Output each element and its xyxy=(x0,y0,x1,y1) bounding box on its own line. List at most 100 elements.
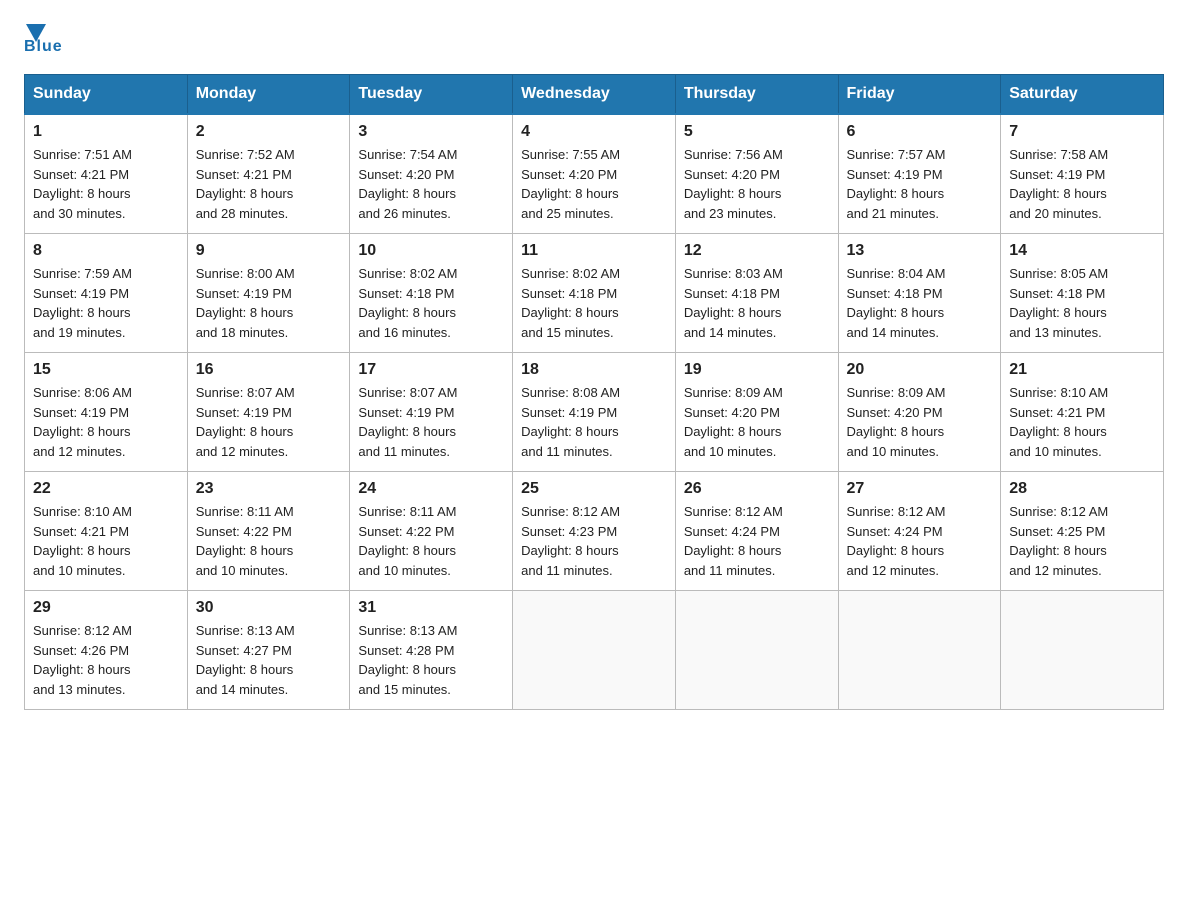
day-number: 28 xyxy=(1009,480,1155,498)
calendar-day-cell: 22Sunrise: 8:10 AMSunset: 4:21 PMDayligh… xyxy=(25,472,188,591)
calendar-week-row: 1 Sunrise: 7:51 AMSunset: 4:21 PMDaylight… xyxy=(25,114,1164,234)
day-info: Sunrise: 8:02 AMSunset: 4:18 PMDaylight:… xyxy=(521,264,667,342)
calendar-day-cell: 9 Sunrise: 8:00 AMSunset: 4:19 PMDaylight… xyxy=(187,234,350,353)
calendar-day-cell: 11 Sunrise: 8:02 AMSunset: 4:18 PMDayligh… xyxy=(513,234,676,353)
day-number: 15 xyxy=(33,361,179,379)
calendar-day-cell: 3 Sunrise: 7:54 AMSunset: 4:20 PMDaylight… xyxy=(350,114,513,234)
calendar-week-row: 15 Sunrise: 8:06 AMSunset: 4:19 PMDayligh… xyxy=(25,353,1164,472)
day-number: 4 xyxy=(521,123,667,141)
calendar-day-cell: 16Sunrise: 8:07 AMSunset: 4:19 PMDayligh… xyxy=(187,353,350,472)
day-number: 7 xyxy=(1009,123,1155,141)
calendar-day-cell: 13 Sunrise: 8:04 AMSunset: 4:18 PMDayligh… xyxy=(838,234,1001,353)
day-info: Sunrise: 8:10 AMSunset: 4:21 PMDaylight:… xyxy=(1009,383,1155,461)
day-number: 10 xyxy=(358,242,504,260)
calendar-day-header: Thursday xyxy=(675,75,838,115)
day-info: Sunrise: 8:11 AMSunset: 4:22 PMDaylight:… xyxy=(196,502,342,580)
day-info: Sunrise: 8:10 AMSunset: 4:21 PMDaylight:… xyxy=(33,502,179,580)
calendar-day-cell: 27 Sunrise: 8:12 AMSunset: 4:24 PMDayligh… xyxy=(838,472,1001,591)
day-info: Sunrise: 8:12 AMSunset: 4:26 PMDaylight:… xyxy=(33,621,179,699)
day-info: Sunrise: 8:08 AMSunset: 4:19 PMDaylight:… xyxy=(521,383,667,461)
calendar-day-header: Wednesday xyxy=(513,75,676,115)
calendar-day-cell: 24 Sunrise: 8:11 AMSunset: 4:22 PMDayligh… xyxy=(350,472,513,591)
day-number: 9 xyxy=(196,242,342,260)
day-info: Sunrise: 8:12 AMSunset: 4:23 PMDaylight:… xyxy=(521,502,667,580)
day-number: 26 xyxy=(684,480,830,498)
calendar-day-header: Tuesday xyxy=(350,75,513,115)
day-number: 31 xyxy=(358,599,504,617)
calendar-header-row: SundayMondayTuesdayWednesdayThursdayFrid… xyxy=(25,75,1164,115)
calendar-day-header: Monday xyxy=(187,75,350,115)
day-number: 30 xyxy=(196,599,342,617)
day-number: 13 xyxy=(847,242,993,260)
day-number: 1 xyxy=(33,123,179,141)
day-info: Sunrise: 8:03 AMSunset: 4:18 PMDaylight:… xyxy=(684,264,830,342)
calendar-day-cell: 18 Sunrise: 8:08 AMSunset: 4:19 PMDayligh… xyxy=(513,353,676,472)
day-info: Sunrise: 8:13 AMSunset: 4:28 PMDaylight:… xyxy=(358,621,504,699)
day-info: Sunrise: 8:05 AMSunset: 4:18 PMDaylight:… xyxy=(1009,264,1155,342)
day-number: 23 xyxy=(196,480,342,498)
calendar-week-row: 8Sunrise: 7:59 AMSunset: 4:19 PMDaylight… xyxy=(25,234,1164,353)
day-info: Sunrise: 8:02 AMSunset: 4:18 PMDaylight:… xyxy=(358,264,504,342)
calendar-day-cell: 10 Sunrise: 8:02 AMSunset: 4:18 PMDayligh… xyxy=(350,234,513,353)
day-info: Sunrise: 8:07 AMSunset: 4:19 PMDaylight:… xyxy=(358,383,504,461)
day-info: Sunrise: 8:12 AMSunset: 4:24 PMDaylight:… xyxy=(847,502,993,580)
calendar-week-row: 22Sunrise: 8:10 AMSunset: 4:21 PMDayligh… xyxy=(25,472,1164,591)
day-number: 11 xyxy=(521,242,667,260)
day-number: 5 xyxy=(684,123,830,141)
day-info: Sunrise: 7:56 AMSunset: 4:20 PMDaylight:… xyxy=(684,145,830,223)
calendar-day-cell: 31 Sunrise: 8:13 AMSunset: 4:28 PMDayligh… xyxy=(350,591,513,710)
day-number: 18 xyxy=(521,361,667,379)
day-number: 29 xyxy=(33,599,179,617)
day-number: 6 xyxy=(847,123,993,141)
calendar-day-cell: 2Sunrise: 7:52 AMSunset: 4:21 PMDaylight… xyxy=(187,114,350,234)
day-info: Sunrise: 8:04 AMSunset: 4:18 PMDaylight:… xyxy=(847,264,993,342)
calendar-day-cell: 17 Sunrise: 8:07 AMSunset: 4:19 PMDayligh… xyxy=(350,353,513,472)
day-number: 24 xyxy=(358,480,504,498)
day-info: Sunrise: 8:12 AMSunset: 4:24 PMDaylight:… xyxy=(684,502,830,580)
day-number: 2 xyxy=(196,123,342,141)
day-info: Sunrise: 8:09 AMSunset: 4:20 PMDaylight:… xyxy=(684,383,830,461)
calendar-day-cell: 8Sunrise: 7:59 AMSunset: 4:19 PMDaylight… xyxy=(25,234,188,353)
calendar-day-cell xyxy=(675,591,838,710)
day-number: 17 xyxy=(358,361,504,379)
day-number: 12 xyxy=(684,242,830,260)
day-info: Sunrise: 7:55 AMSunset: 4:20 PMDaylight:… xyxy=(521,145,667,223)
day-info: Sunrise: 7:59 AMSunset: 4:19 PMDaylight:… xyxy=(33,264,179,342)
page-header: Blue xyxy=(24,24,1164,56)
calendar-day-cell: 4 Sunrise: 7:55 AMSunset: 4:20 PMDaylight… xyxy=(513,114,676,234)
day-info: Sunrise: 8:07 AMSunset: 4:19 PMDaylight:… xyxy=(196,383,342,461)
calendar-day-header: Friday xyxy=(838,75,1001,115)
calendar-day-cell: 21 Sunrise: 8:10 AMSunset: 4:21 PMDayligh… xyxy=(1001,353,1164,472)
calendar-day-header: Sunday xyxy=(25,75,188,115)
day-info: Sunrise: 8:06 AMSunset: 4:19 PMDaylight:… xyxy=(33,383,179,461)
calendar-day-cell: 20 Sunrise: 8:09 AMSunset: 4:20 PMDayligh… xyxy=(838,353,1001,472)
day-number: 21 xyxy=(1009,361,1155,379)
day-number: 19 xyxy=(684,361,830,379)
day-info: Sunrise: 7:57 AMSunset: 4:19 PMDaylight:… xyxy=(847,145,993,223)
calendar-week-row: 29 Sunrise: 8:12 AMSunset: 4:26 PMDayligh… xyxy=(25,591,1164,710)
calendar-day-cell: 28 Sunrise: 8:12 AMSunset: 4:25 PMDayligh… xyxy=(1001,472,1164,591)
calendar-day-cell xyxy=(513,591,676,710)
day-info: Sunrise: 8:13 AMSunset: 4:27 PMDaylight:… xyxy=(196,621,342,699)
day-number: 27 xyxy=(847,480,993,498)
calendar-day-cell: 6 Sunrise: 7:57 AMSunset: 4:19 PMDaylight… xyxy=(838,114,1001,234)
day-info: Sunrise: 7:54 AMSunset: 4:20 PMDaylight:… xyxy=(358,145,504,223)
calendar-day-cell: 23 Sunrise: 8:11 AMSunset: 4:22 PMDayligh… xyxy=(187,472,350,591)
day-info: Sunrise: 8:09 AMSunset: 4:20 PMDaylight:… xyxy=(847,383,993,461)
calendar-day-cell: 25Sunrise: 8:12 AMSunset: 4:23 PMDayligh… xyxy=(513,472,676,591)
day-info: Sunrise: 8:11 AMSunset: 4:22 PMDaylight:… xyxy=(358,502,504,580)
calendar-day-cell: 5 Sunrise: 7:56 AMSunset: 4:20 PMDaylight… xyxy=(675,114,838,234)
calendar-day-cell: 30 Sunrise: 8:13 AMSunset: 4:27 PMDayligh… xyxy=(187,591,350,710)
day-number: 3 xyxy=(358,123,504,141)
calendar-day-header: Saturday xyxy=(1001,75,1164,115)
day-info: Sunrise: 8:12 AMSunset: 4:25 PMDaylight:… xyxy=(1009,502,1155,580)
calendar-day-cell: 26 Sunrise: 8:12 AMSunset: 4:24 PMDayligh… xyxy=(675,472,838,591)
day-info: Sunrise: 8:00 AMSunset: 4:19 PMDaylight:… xyxy=(196,264,342,342)
calendar-day-cell: 14 Sunrise: 8:05 AMSunset: 4:18 PMDayligh… xyxy=(1001,234,1164,353)
calendar-day-cell: 19 Sunrise: 8:09 AMSunset: 4:20 PMDayligh… xyxy=(675,353,838,472)
calendar-day-cell: 15 Sunrise: 8:06 AMSunset: 4:19 PMDayligh… xyxy=(25,353,188,472)
day-number: 14 xyxy=(1009,242,1155,260)
calendar-day-cell xyxy=(838,591,1001,710)
day-info: Sunrise: 7:51 AMSunset: 4:21 PMDaylight:… xyxy=(33,145,179,223)
day-number: 20 xyxy=(847,361,993,379)
